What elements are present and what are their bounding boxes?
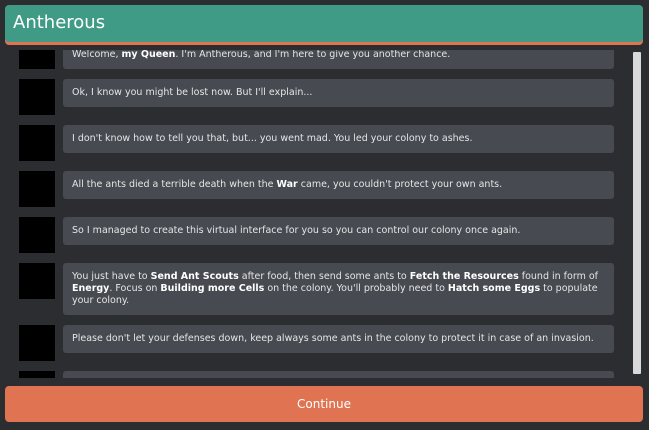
avatar	[19, 79, 55, 115]
message-bubble: All the ants died a terrible death when …	[63, 171, 614, 199]
continue-button[interactable]: Continue	[5, 386, 643, 422]
message-bubble: Welcome, my Queen. I'm Antherous, and I'…	[63, 50, 614, 69]
message-row: Welcome, my Queen. I'm Antherous, and I'…	[10, 50, 630, 69]
message-list[interactable]: Welcome, my Queen. I'm Antherous, and I'…	[10, 50, 630, 378]
message-bubble: Well, I trust you!	[63, 371, 614, 378]
scrollbar[interactable]	[632, 50, 643, 378]
dialog-window: Antherous Welcome, my Queen. I'm Anthero…	[0, 0, 649, 430]
avatar	[19, 263, 55, 299]
message-bubble: So I managed to create this virtual inte…	[63, 217, 614, 245]
avatar	[19, 50, 55, 69]
message-bubble: You just have to Send Ant Scouts after f…	[63, 263, 614, 315]
scrollbar-thumb[interactable]	[633, 52, 641, 374]
avatar	[19, 125, 55, 161]
message-bubble: I don't know how to tell you that, but..…	[63, 125, 614, 153]
title-bar: Antherous	[5, 5, 643, 42]
message-stack: Welcome, my Queen. I'm Antherous, and I'…	[10, 50, 630, 378]
message-row: Ok, I know you might be lost now. But I'…	[10, 79, 630, 115]
message-row: All the ants died a terrible death when …	[10, 171, 630, 207]
avatar	[19, 371, 55, 378]
message-bubble: Ok, I know you might be lost now. But I'…	[63, 79, 614, 107]
message-row: Please don't let your defenses down, kee…	[10, 325, 630, 361]
message-row: You just have to Send Ant Scouts after f…	[10, 263, 630, 315]
avatar	[19, 325, 55, 361]
message-row: I don't know how to tell you that, but..…	[10, 125, 630, 161]
message-bubble: Please don't let your defenses down, kee…	[63, 325, 614, 353]
avatar	[19, 217, 55, 253]
avatar	[19, 171, 55, 207]
message-row: So I managed to create this virtual inte…	[10, 217, 630, 253]
dialog-title: Antherous	[13, 12, 106, 33]
message-row: Well, I trust you!	[10, 371, 630, 378]
